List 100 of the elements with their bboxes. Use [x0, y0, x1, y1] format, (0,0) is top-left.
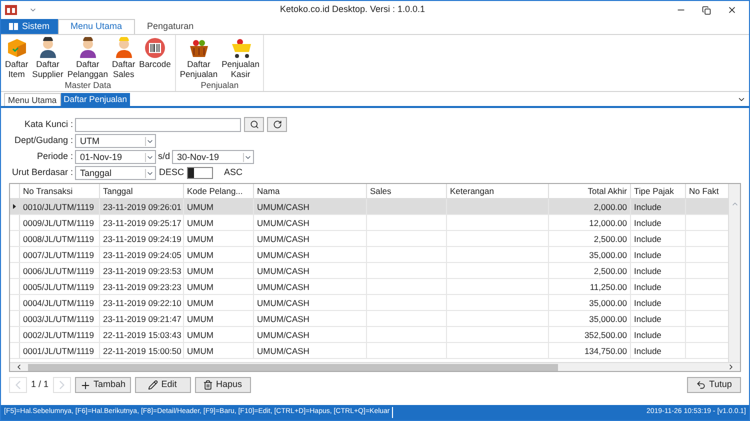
sort-dropdown[interactable]: Tanggal	[75, 166, 156, 180]
scrollbar-thumb[interactable]	[28, 364, 558, 370]
table-cell: 0001/JL/UTM/1119	[20, 343, 100, 358]
table-cell: 134,750.00	[549, 343, 631, 358]
ribbon-tab[interactable]: Pengaturan	[135, 19, 206, 34]
table-cell: UMUM/CASH	[254, 343, 367, 358]
table-row[interactable]: 0010/JL/UTM/1119 23-11-2019 09:26:01 UMUM UMUM/CASH 2,000.00 Include	[10, 199, 728, 215]
column-header[interactable]: Kode Pelang...	[184, 184, 254, 198]
field-value: 30-Nov-19	[176, 152, 220, 162]
restore-icon[interactable]	[702, 6, 711, 14]
table-cell: Include	[631, 327, 686, 342]
table-cell: 23-11-2019 09:21:47	[100, 311, 184, 326]
collapse-icon[interactable]	[737, 95, 746, 104]
search-icon	[250, 120, 258, 129]
date-to-dropdown[interactable]: 30-Nov-19	[172, 150, 254, 164]
column-header[interactable]: Tipe Pajak	[631, 184, 686, 198]
ribbon-tab[interactable]: Menu Utama	[58, 19, 136, 34]
field-label: Kata Kunci :	[23, 118, 73, 131]
sort-toggle[interactable]	[187, 167, 214, 179]
table-cell: 0005/JL/UTM/1119	[20, 279, 100, 294]
scroll-left-icon[interactable]	[15, 363, 23, 371]
table-row[interactable]: 0003/JL/UTM/1119 23-11-2019 09:21:47 UMUM UMUM/CASH 35,000.00 Include	[10, 311, 728, 327]
table-cell: UMUM	[184, 327, 254, 342]
horizontal-scrollbar[interactable]	[10, 362, 740, 371]
table-row[interactable]: 0007/JL/UTM/1119 23-11-2019 09:24:05 UMUM UMUM/CASH 35,000.00 Include	[10, 247, 728, 263]
plus-icon	[80, 380, 90, 390]
field-label: Dept/Gudang :	[13, 134, 73, 148]
table-row[interactable]: 0004/JL/UTM/1119 23-11-2019 09:22:10 UMUM UMUM/CASH 35,000.00 Include	[10, 295, 728, 311]
dropdown-icon	[145, 152, 154, 162]
table-cell: UMUM/CASH	[254, 215, 367, 230]
document-tab[interactable]: Menu Utama	[4, 93, 61, 106]
basket-icon	[188, 37, 210, 59]
app-menu-button[interactable]: Sistem	[1, 19, 58, 34]
date-from-dropdown[interactable]: 01-Nov-19	[75, 150, 156, 164]
column-header[interactable]: Total Akhir	[549, 184, 631, 198]
table-cell: UMUM/CASH	[254, 279, 367, 294]
table-cell: UMUM/CASH	[254, 231, 367, 246]
refresh-button[interactable]	[267, 117, 287, 132]
table-cell: 22-11-2019 15:00:50	[100, 343, 184, 358]
field-value: 01-Nov-19	[79, 152, 124, 162]
trash-icon	[203, 380, 213, 390]
quick-access-icon[interactable]	[29, 6, 37, 14]
search-button[interactable]	[244, 117, 264, 132]
table-cell: UMUM	[184, 231, 254, 246]
document-tab[interactable]: Daftar Penjualan	[60, 93, 130, 106]
table-cell: 35,000.00	[549, 311, 631, 326]
table-cell: Include	[631, 247, 686, 262]
column-header[interactable]: No Transaksi	[20, 184, 100, 198]
table-cell: Include	[631, 295, 686, 310]
dept-dropdown[interactable]: UTM	[75, 134, 156, 148]
close-icon[interactable]	[727, 5, 737, 15]
table-row[interactable]: 0006/JL/UTM/1119 23-11-2019 09:23:53 UMUM UMUM/CASH 2,500.00 Include	[10, 263, 728, 279]
table-cell: UMUM/CASH	[254, 263, 367, 278]
table-row[interactable]: 0009/JL/UTM/1119 23-11-2019 09:25:17 UMUM UMUM/CASH 12,000.00 Include	[10, 215, 728, 231]
ribbon-button[interactable]: Penjualan Kasir	[220, 37, 262, 80]
window-title: Ketoko.co.id Desktop. Versi : 1.0.0.1	[278, 3, 426, 16]
field-value: UTM	[79, 136, 100, 146]
column-header[interactable]: Sales	[367, 184, 447, 198]
column-header[interactable]: Nama	[254, 184, 367, 198]
field-label: Periode :	[36, 150, 73, 164]
table-cell: 2,500.00	[549, 263, 631, 278]
table-cell: UMUM/CASH	[254, 327, 367, 342]
table-cell: Include	[631, 215, 686, 230]
ribbon-button[interactable]: Barcode	[137, 37, 173, 80]
table-cell: 0004/JL/UTM/1119	[20, 295, 100, 310]
ribbon-button[interactable]: Daftar Item	[3, 37, 30, 80]
ribbon-button[interactable]: Daftar Supplier	[30, 37, 66, 80]
table-row[interactable]: 0002/JL/UTM/1119 22-11-2019 15:03:43 UMUM UMUM/CASH 352,500.00 Include	[10, 327, 728, 343]
pencil-icon	[148, 380, 158, 390]
action-button[interactable]: Hapus	[194, 377, 251, 393]
group-label: Penjualan	[200, 80, 240, 91]
ribbon-button[interactable]: Daftar Penjualan	[178, 37, 220, 80]
ribbon-button[interactable]: Daftar Sales	[110, 37, 138, 80]
ribbon-button[interactable]: Daftar Pelanggan	[65, 37, 110, 80]
box-icon	[6, 37, 28, 59]
column-header[interactable]: Tanggal	[100, 184, 184, 198]
table-cell: 0002/JL/UTM/1119	[20, 327, 100, 342]
column-header[interactable]: Keterangan	[447, 184, 549, 198]
keyword-field[interactable]	[75, 118, 241, 132]
table-cell: UMUM/CASH	[254, 295, 367, 310]
table-row[interactable]: 0001/JL/UTM/1119 22-11-2019 15:00:50 UMUM UMUM/CASH 134,750.00 Include	[10, 343, 728, 359]
table-row[interactable]: 0008/JL/UTM/1119 23-11-2019 09:24:19 UMUM UMUM/CASH 2,500.00 Include	[10, 231, 728, 247]
table-cell: 23-11-2019 09:24:05	[100, 247, 184, 262]
table-cell: Include	[631, 279, 686, 294]
group-label: Master Data	[64, 80, 112, 91]
app-logo-icon	[5, 5, 17, 15]
table-cell: 2,500.00	[549, 231, 631, 246]
table-cell: UMUM	[184, 295, 254, 310]
action-button[interactable]: Tambah	[74, 377, 131, 393]
table-row[interactable]: 0005/JL/UTM/1119 23-11-2019 09:23:23 UMUM UMUM/CASH 11,250.00 Include	[10, 279, 728, 295]
scroll-right-icon[interactable]	[727, 363, 735, 371]
table-cell: 0007/JL/UTM/1119	[20, 247, 100, 262]
table-cell: 23-11-2019 09:22:10	[100, 295, 184, 310]
vertical-scrollbar[interactable]	[728, 184, 740, 362]
table-cell: 0008/JL/UTM/1119	[20, 231, 100, 246]
action-button[interactable]: Edit	[134, 377, 191, 393]
table-cell: 22-11-2019 15:03:43	[100, 327, 184, 342]
cart-icon	[230, 37, 252, 59]
table-cell: 0003/JL/UTM/1119	[20, 311, 100, 326]
close-button[interactable]: Tutup	[687, 377, 741, 393]
